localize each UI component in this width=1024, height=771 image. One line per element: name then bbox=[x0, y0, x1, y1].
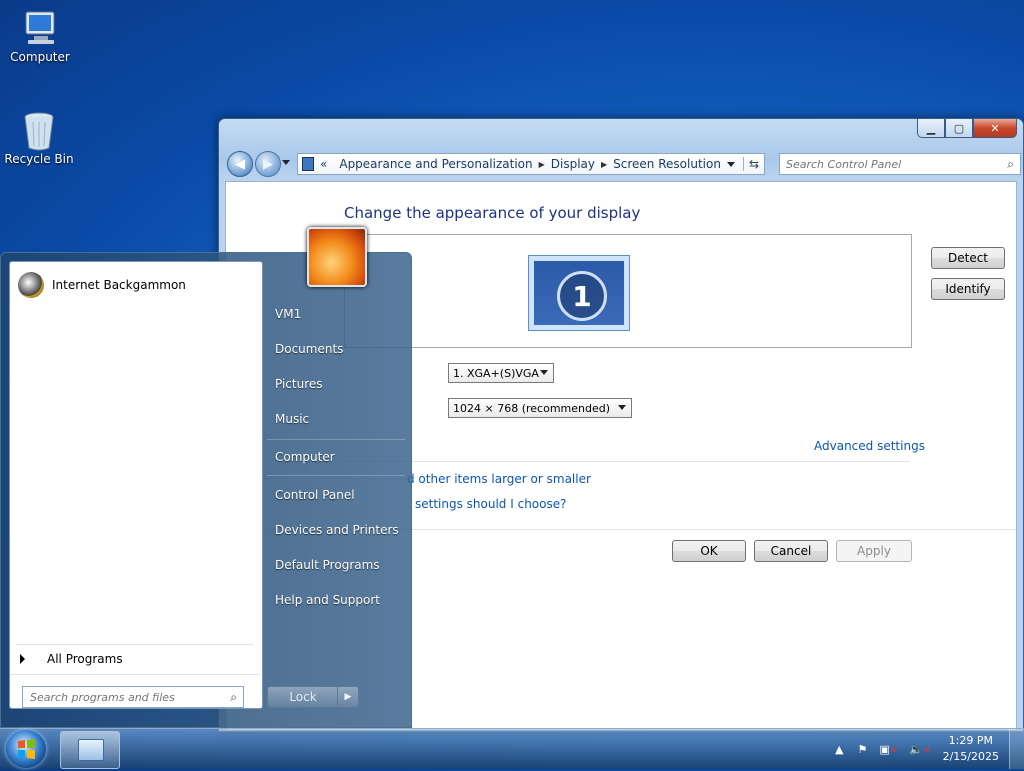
windows-logo-icon bbox=[18, 739, 35, 759]
programs-pane: Internet Backgammon All Programs ⌕ bbox=[9, 261, 263, 709]
start-item-pictures[interactable]: Pictures bbox=[275, 377, 323, 391]
forward-button[interactable]: ▶ bbox=[255, 151, 281, 177]
start-item-help-support[interactable]: Help and Support bbox=[275, 593, 380, 607]
lock-button[interactable]: Lock bbox=[267, 686, 339, 708]
address-bar[interactable]: « Appearance and Personalization ▶ Displ… bbox=[297, 153, 765, 175]
back-button[interactable]: ◀ bbox=[227, 151, 253, 177]
advanced-settings-link[interactable]: Advanced settings bbox=[814, 439, 925, 453]
address-dropdown-icon[interactable] bbox=[726, 161, 735, 167]
start-button[interactable] bbox=[6, 730, 46, 768]
identify-button[interactable]: Identify bbox=[931, 278, 1005, 300]
desktop-icon-label: Recycle Bin bbox=[4, 152, 74, 166]
control-panel-icon bbox=[302, 157, 315, 171]
chevron-down-icon bbox=[540, 370, 548, 375]
backgammon-icon bbox=[18, 272, 44, 298]
desktop-icon-recycle-bin[interactable]: Recycle Bin bbox=[1, 110, 77, 166]
apply-button[interactable]: Apply bbox=[836, 540, 912, 562]
minimize-button[interactable]: ▁ bbox=[917, 119, 945, 138]
display-select[interactable]: 1. XGA+(S)VGA bbox=[448, 363, 554, 383]
shutdown-options-arrow-icon[interactable]: ▶ bbox=[337, 686, 359, 708]
divider bbox=[267, 439, 405, 440]
cancel-button[interactable]: Cancel bbox=[754, 540, 828, 562]
page-title: Change the appearance of your display bbox=[344, 204, 641, 222]
start-item-computer[interactable]: Computer bbox=[275, 450, 335, 464]
which-settings-link[interactable]: settings should I choose? bbox=[415, 497, 566, 511]
detect-button[interactable]: Detect bbox=[931, 247, 1005, 269]
user-picture[interactable] bbox=[307, 227, 367, 287]
resolution-select-value: 1024 × 768 (recommended) bbox=[453, 401, 611, 415]
chevron-right-icon[interactable]: ▶ bbox=[539, 160, 545, 169]
search-input[interactable] bbox=[780, 156, 1008, 172]
clock-date: 2/15/2025 bbox=[942, 750, 999, 763]
action-center-icon[interactable]: ⚑ bbox=[858, 743, 868, 756]
search-box[interactable]: ⌕ bbox=[779, 153, 1021, 175]
display-select-value: 1. XGA+(S)VGA bbox=[453, 366, 539, 380]
close-button[interactable]: ✕ bbox=[973, 119, 1017, 138]
resolution-select[interactable]: 1024 × 768 (recommended) bbox=[448, 398, 632, 418]
clock-time: 1:29 PM bbox=[948, 734, 993, 747]
search-icon[interactable]: ⌕ bbox=[230, 690, 237, 705]
navigation-bar: ◀ ▶ « Appearance and Personalization ▶ D… bbox=[225, 151, 1021, 177]
start-item-control-panel[interactable]: Control Panel bbox=[275, 488, 355, 502]
monitor-preview-box: 1 Detect Identify bbox=[344, 234, 1005, 348]
program-internet-backgammon[interactable]: Internet Backgammon bbox=[18, 272, 186, 298]
chevron-down-icon bbox=[618, 405, 626, 410]
divider bbox=[267, 475, 405, 476]
show-desktop-button[interactable] bbox=[1009, 729, 1024, 769]
system-tray: ▲ ⚑ ▣✕ 🔈✕ 1:29 PM 2/15/2025 bbox=[835, 729, 1024, 769]
start-menu: Internet Backgammon All Programs ⌕ VM1 D… bbox=[0, 227, 412, 728]
taskbar: ▲ ⚑ ▣✕ 🔈✕ 1:29 PM 2/15/2025 bbox=[0, 728, 1024, 769]
breadcrumb-appearance[interactable]: Appearance and Personalization bbox=[339, 157, 532, 171]
divider bbox=[16, 644, 254, 645]
all-programs-label: All Programs bbox=[47, 652, 123, 666]
monitor-1-icon[interactable]: 1 bbox=[528, 255, 630, 331]
recent-pages-icon[interactable] bbox=[282, 160, 290, 165]
ok-button[interactable]: OK bbox=[672, 540, 746, 562]
clock[interactable]: 1:29 PM 2/15/2025 bbox=[943, 733, 999, 765]
search-icon[interactable]: ⌕ bbox=[1007, 157, 1014, 172]
start-item-vm1[interactable]: VM1 bbox=[275, 307, 301, 321]
computer-icon bbox=[20, 8, 60, 48]
start-search-box[interactable]: ⌕ bbox=[22, 686, 244, 708]
start-item-default-programs[interactable]: Default Programs bbox=[275, 558, 380, 572]
desktop-icon-computer[interactable]: Computer bbox=[2, 8, 78, 64]
monitor-number: 1 bbox=[557, 271, 607, 321]
breadcrumb-prefix[interactable]: « bbox=[320, 157, 327, 171]
network-icon[interactable]: ▣✕ bbox=[879, 743, 897, 756]
show-hidden-icons-icon[interactable]: ▲ bbox=[835, 743, 843, 756]
control-panel-icon bbox=[78, 739, 104, 761]
refresh-icon[interactable]: ⇆ bbox=[742, 157, 764, 171]
chevron-right-icon[interactable]: ▶ bbox=[601, 160, 607, 169]
triangle-right-icon bbox=[20, 654, 25, 664]
divider bbox=[344, 461, 910, 462]
caption-buttons: ▁ ▢ ✕ bbox=[917, 119, 1017, 139]
volume-icon[interactable]: 🔈✕ bbox=[909, 743, 930, 756]
all-programs-item[interactable]: All Programs bbox=[20, 652, 123, 666]
start-item-music[interactable]: Music bbox=[275, 412, 309, 426]
program-label: Internet Backgammon bbox=[52, 278, 186, 292]
breadcrumb-screen-resolution[interactable]: Screen Resolution bbox=[613, 157, 721, 171]
recycle-bin-icon bbox=[19, 110, 59, 151]
taskbar-control-panel-button[interactable] bbox=[60, 731, 120, 769]
breadcrumb-display[interactable]: Display bbox=[551, 157, 595, 171]
start-search-input[interactable] bbox=[23, 689, 231, 705]
desktop-icon-label: Computer bbox=[10, 50, 70, 64]
make-text-larger-link[interactable]: d other items larger or smaller bbox=[407, 472, 591, 486]
divider bbox=[10, 674, 260, 675]
maximize-button[interactable]: ▢ bbox=[945, 119, 973, 138]
start-item-documents[interactable]: Documents bbox=[275, 342, 343, 356]
start-item-devices-printers[interactable]: Devices and Printers bbox=[275, 523, 399, 537]
